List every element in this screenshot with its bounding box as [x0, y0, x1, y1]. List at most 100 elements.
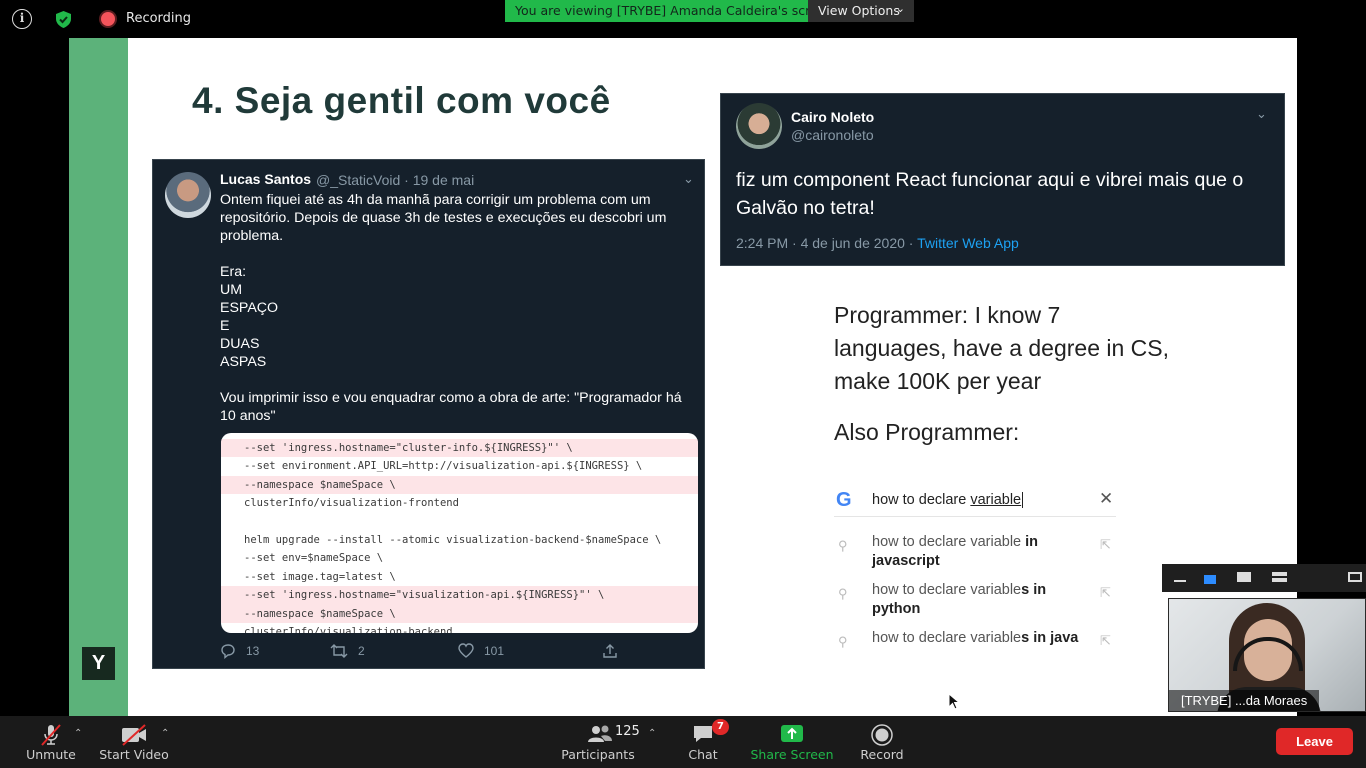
slide-accent-bar — [69, 38, 128, 716]
trybe-logo: Y — [82, 647, 115, 680]
chevron-down-icon: ⌄ — [1256, 107, 1267, 122]
code-line: --set 'ingress.hostname="visualization-a… — [221, 586, 698, 605]
info-icon[interactable]: i — [12, 9, 32, 29]
participants-label: Participants — [561, 747, 635, 762]
share-screen-button[interactable]: Share Screen — [748, 716, 836, 768]
record-icon — [871, 724, 893, 746]
code-line: clusterInfo/visualization-frontend — [244, 497, 459, 510]
reply-action: 13 — [220, 643, 259, 659]
video-camera-muted-icon — [122, 724, 146, 746]
google-g-icon: G — [836, 489, 852, 511]
suggestion-text: how to declare variable in javascript — [872, 533, 1082, 570]
share-screen-icon — [781, 725, 803, 742]
reply-icon — [221, 644, 235, 659]
meme-also-programmer: Also Programmer: — [834, 419, 1020, 445]
code-line: --set env=$nameSpace \ — [244, 552, 384, 565]
leave-button[interactable]: Leave — [1276, 728, 1353, 755]
code-line: helm upgrade --install --atomic visualiz… — [244, 533, 662, 546]
tweet-handle-date: @_StaticVoid · 19 de mai — [316, 172, 475, 188]
shared-slide: 4. Seja gentil com você Y Lucas Santos @… — [69, 38, 1297, 716]
video-tile-controls — [1162, 564, 1366, 592]
code-line: --set image.tag=latest \ — [244, 570, 396, 583]
speaker-view-icon[interactable] — [1204, 575, 1216, 584]
search-query: how to declare variable — [872, 492, 1024, 508]
chat-icon — [694, 726, 712, 742]
record-button[interactable]: Record — [856, 716, 908, 768]
participants-button[interactable]: 125 Participants — [560, 716, 640, 768]
heart-icon — [458, 643, 474, 658]
code-line: --set environment.API_URL=http://visuali… — [244, 460, 643, 473]
participants-icon — [588, 725, 612, 742]
recording-dot-icon — [101, 12, 115, 26]
search-suggestion: ⚲ how to declare variable in javascript … — [834, 533, 1116, 575]
like-action: 101 — [458, 643, 504, 658]
suggestion-normal: how to declare variable — [872, 630, 1022, 646]
meeting-top-bar: i Recording You are viewing [TRYBE] Aman… — [0, 0, 1366, 38]
suggestion-normal: how to declare variable — [872, 582, 1022, 598]
chevron-up-icon[interactable]: ⌃ — [648, 728, 656, 739]
chat-label: Chat — [688, 747, 718, 762]
code-line: --namespace $nameSpace \ — [221, 475, 698, 495]
tweet-timestamp: 2:24 PM · 4 de jun de 2020 · — [736, 235, 918, 251]
suggestion-text: how to declare variables in python — [872, 581, 1082, 618]
arrow-up-left-icon: ⇱ — [1100, 633, 1111, 648]
participant-name: [TRYBE] ...da Moraes — [1169, 690, 1320, 711]
code-line: --namespace $nameSpace \ — [221, 604, 698, 623]
viewing-screen-banner: You are viewing [TRYBE] Amanda Caldeira'… — [505, 0, 844, 22]
suggestion-normal: how to declare variable — [872, 534, 1022, 550]
unmute-label: Unmute — [26, 747, 76, 762]
exit-fullscreen-icon[interactable] — [1348, 572, 1362, 582]
minimize-icon[interactable] — [1174, 580, 1186, 582]
chevron-up-icon[interactable]: ⌃ — [161, 728, 169, 739]
shield-check-icon[interactable] — [56, 11, 71, 28]
share-screen-label: Share Screen — [750, 747, 834, 762]
tweet-author-name: Lucas Santos — [220, 171, 312, 187]
view-options-button[interactable]: View Options ⌄ — [808, 0, 914, 22]
search-icon: ⚲ — [838, 586, 848, 601]
suggestion-text: how to declare variables in java — [872, 629, 1082, 648]
view-options-label: View Options — [818, 3, 900, 18]
participant-video[interactable]: [TRYBE] ...da Moraes — [1168, 598, 1366, 712]
chat-unread-badge: 7 — [712, 719, 729, 735]
retweet-count: 2 — [358, 644, 365, 658]
like-count: 101 — [484, 643, 505, 658]
participants-count: 125 — [615, 724, 640, 739]
search-suggestion: ⚲ how to declare variables in python ⇱ — [834, 581, 1116, 623]
code-screenshot: --set 'ingress.hostname="cluster-info.${… — [221, 433, 698, 633]
chevron-down-icon: ⌄ — [683, 172, 694, 187]
reply-count: 13 — [246, 644, 260, 658]
close-icon: ✕ — [1099, 489, 1114, 509]
search-suggestion: ⚲ how to declare variables in java ⇱ — [834, 629, 1116, 671]
tweet-text: fiz um component React funcionar aqui e … — [736, 169, 1244, 219]
arrow-up-left-icon: ⇱ — [1100, 585, 1111, 600]
microphone-muted-icon — [41, 724, 61, 746]
google-search-box: G how to declare variable ✕ — [834, 485, 1116, 517]
arrow-up-left-icon: ⇱ — [1100, 537, 1111, 552]
tweet-cairo-noleto: Cairo Noleto @caironoleto ⌄ fiz um compo… — [720, 93, 1285, 266]
chat-button[interactable]: 7 Chat — [683, 716, 729, 768]
gallery-view-icon[interactable] — [1237, 572, 1251, 582]
grid-icon[interactable] — [1272, 572, 1287, 582]
suggestion-bold: s in java — [1021, 630, 1079, 646]
retweet-action: 2 — [330, 643, 365, 659]
start-video-button[interactable]: Start Video — [98, 716, 170, 768]
meme-statement: Programmer: I know 7 languages, have a d… — [834, 302, 1170, 394]
avatar — [736, 103, 782, 149]
meeting-toolbar: Unmute ⌃ Start Video ⌃ 125 Participants … — [0, 716, 1366, 768]
slide-title: 4. Seja gentil com você — [192, 80, 611, 121]
search-icon: ⚲ — [838, 634, 848, 649]
recording-label: Recording — [126, 11, 192, 26]
tweet-meta: 2:24 PM · 4 de jun de 2020 · Twitter Web… — [736, 235, 1019, 251]
share-action — [602, 643, 618, 659]
tweet-lucas-santos: Lucas Santos @_StaticVoid · 19 de mai ⌄ … — [152, 159, 705, 669]
code-line: clusterInfo/visualization-backend — [244, 625, 453, 633]
unmute-button[interactable]: Unmute — [18, 716, 84, 768]
search-query-word: variable — [970, 492, 1022, 508]
share-icon — [603, 644, 617, 658]
tweet-source-app: Twitter Web App — [917, 235, 1019, 251]
record-label: Record — [860, 747, 904, 762]
chevron-up-icon[interactable]: ⌃ — [74, 728, 82, 739]
search-icon: ⚲ — [838, 538, 848, 553]
mouse-cursor-icon — [948, 693, 960, 710]
search-query-prefix: how to declare — [872, 492, 971, 508]
